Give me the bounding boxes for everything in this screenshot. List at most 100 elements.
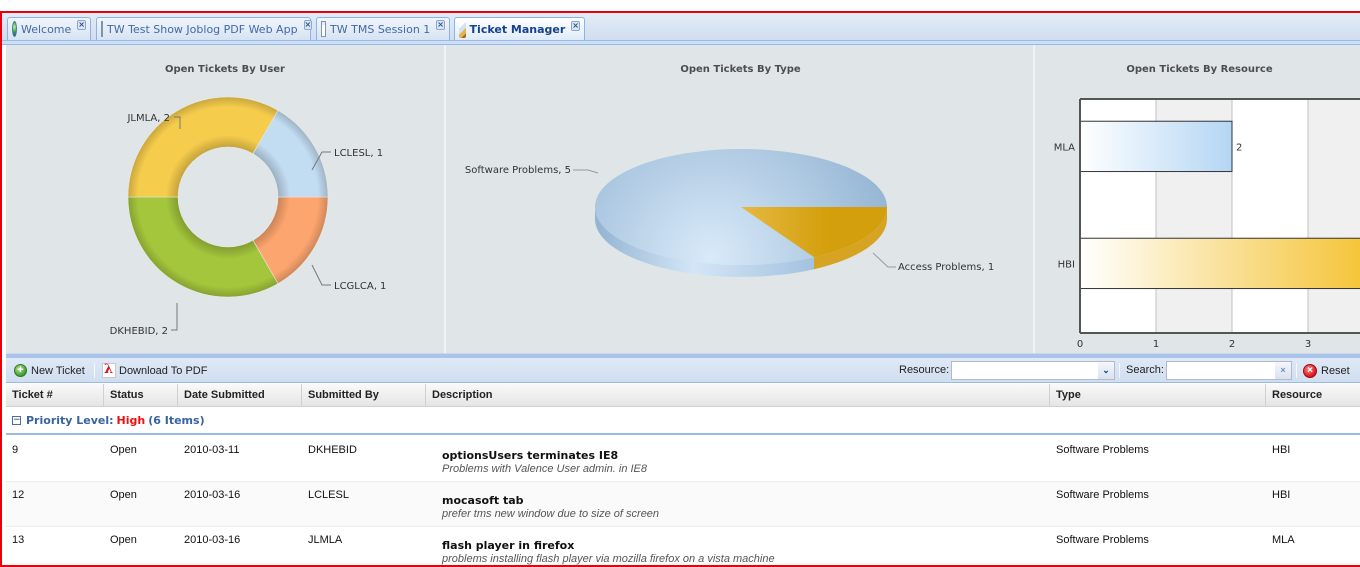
- close-icon[interactable]: ×: [77, 20, 86, 30]
- column-header-resource[interactable]: Resource: [1266, 384, 1360, 407]
- cell-date: 2010-03-16: [184, 489, 241, 501]
- resource-combo[interactable]: [951, 361, 1103, 380]
- charts-area: Open Tickets By User LCLESL, 1 LCGLCA, 1D…: [6, 45, 1360, 353]
- cell-status: Open: [110, 534, 137, 546]
- download-pdf-button[interactable]: Download To PDF: [102, 362, 207, 379]
- grid-band: [1308, 99, 1360, 333]
- cell-type: Software Problems: [1056, 444, 1149, 456]
- cell-type: Software Problems: [1056, 489, 1149, 501]
- collapse-icon[interactable]: −: [12, 416, 21, 425]
- cell-resource: HBI: [1272, 444, 1291, 456]
- resource-label: Resource:: [899, 364, 950, 376]
- cell-status: Open: [110, 444, 137, 456]
- cell-ticket: 12: [12, 489, 25, 501]
- bar-chart: MLA 2 HBI 0 1 2 3: [1054, 98, 1360, 350]
- chart-open-tickets-by-resource: Open Tickets By Resource MLA 2 HBI 0 1 2 3: [1037, 45, 1360, 353]
- group-prefix: Priority Level:: [26, 414, 114, 427]
- leader-line: [171, 303, 178, 331]
- tab-label: TW Test Show Joblog PDF Web App: [107, 22, 298, 36]
- x-tick-label: 2: [1229, 339, 1235, 350]
- tab-tw-test-show-joblog[interactable]: TW Test Show Joblog PDF Web App ×: [96, 17, 313, 40]
- cell-status: Open: [110, 489, 137, 501]
- globe-icon: [12, 21, 17, 37]
- x-tick-label: 3: [1305, 339, 1311, 350]
- column-header-date-submitted[interactable]: Date Submitted: [178, 384, 302, 407]
- cell-submitted-by: LCLESL: [308, 489, 349, 501]
- leader-line: [573, 169, 599, 174]
- chart-open-tickets-by-user: Open Tickets By User LCLESL, 1 LCGLCA, 1D…: [6, 45, 446, 353]
- tab-bar: Welcome × TW Test Show Joblog PDF Web Ap…: [2, 13, 1360, 45]
- data-label: Access Problems, 1: [898, 262, 994, 273]
- column-header-type[interactable]: Type: [1050, 384, 1266, 407]
- cell-description-title: optionsUsers terminates IE8: [442, 449, 619, 462]
- new-ticket-button[interactable]: + New Ticket: [14, 362, 85, 379]
- app-window: Welcome × TW Test Show Joblog PDF Web Ap…: [0, 11, 1360, 567]
- data-label: DKHEBID, 2: [110, 326, 168, 337]
- cell-description-title: flash player in firefox: [442, 539, 575, 552]
- data-label: Software Problems, 5: [465, 165, 571, 176]
- tab-label: Welcome: [20, 22, 72, 36]
- new-ticket-label: New Ticket: [31, 364, 85, 377]
- pencil-icon: [459, 21, 466, 38]
- pie-chart: Software Problems, 5 Access Problems, 1: [465, 149, 994, 277]
- table-row[interactable]: 9 Open 2010-03-11 DKHEBID optionsUsers t…: [6, 437, 1360, 482]
- data-label: LCLESL, 1: [334, 148, 383, 159]
- cell-date: 2010-03-11: [184, 444, 240, 456]
- search-input[interactable]: [1166, 361, 1276, 380]
- cell-description-detail: Problems with Valence User admin. in IE8: [442, 463, 648, 475]
- chevron-down-icon[interactable]: ⌄: [1098, 361, 1115, 380]
- tab-tw-tms-session[interactable]: TW TMS Session 1 ×: [316, 17, 450, 40]
- toolbar: + New Ticket Download To PDF Resource: ⌄…: [6, 358, 1360, 383]
- cell-submitted-by: DKHEBID: [308, 444, 357, 456]
- close-icon[interactable]: ×: [571, 20, 580, 31]
- cell-ticket: 9: [12, 444, 19, 456]
- table-row[interactable]: 13 Open 2010-03-16 JLMLA flash player in…: [6, 527, 1360, 565]
- bar-hbi: [1079, 237, 1360, 290]
- x-tick-label: 0: [1077, 339, 1083, 350]
- reset-button[interactable]: × Reset: [1303, 362, 1350, 379]
- table-row[interactable]: 12 Open 2010-03-16 LCLESL mocasoft tab p…: [6, 482, 1360, 527]
- pdf-icon: [102, 362, 116, 378]
- leader-line: [311, 264, 331, 286]
- group-count: (6 Items): [148, 414, 205, 427]
- column-header-description[interactable]: Description: [426, 384, 1050, 407]
- cell-type: Software Problems: [1056, 534, 1149, 546]
- download-pdf-label: Download To PDF: [119, 364, 208, 377]
- y-tick-label: HBI: [1058, 259, 1075, 270]
- data-label: LCGLCA, 1: [334, 281, 386, 292]
- tab-label: Ticket Manager: [469, 23, 566, 36]
- column-header-ticket[interactable]: Ticket #: [6, 384, 104, 407]
- page-icon: [101, 21, 103, 37]
- page-icon: [321, 21, 327, 37]
- group-row-priority-high[interactable]: − Priority Level: High (6 Items): [6, 408, 1360, 435]
- grid-header: Ticket # Status Date Submitted Submitted…: [6, 384, 1360, 407]
- add-icon: +: [14, 364, 27, 377]
- clear-search-icon[interactable]: ×: [1275, 361, 1292, 380]
- tab-welcome[interactable]: Welcome ×: [7, 17, 91, 40]
- column-header-status[interactable]: Status: [104, 384, 178, 407]
- toolbar-separator: [1119, 363, 1120, 378]
- cell-date: 2010-03-16: [184, 534, 241, 546]
- cell-description-title: mocasoft tab: [442, 494, 524, 507]
- search-label: Search:: [1126, 364, 1164, 376]
- cell-description-detail: problems installing flash player via moz…: [442, 553, 775, 565]
- reset-icon: ×: [1303, 363, 1317, 378]
- toolbar-separator: [94, 363, 95, 378]
- leader-line: [872, 252, 896, 268]
- chart-open-tickets-by-type: Open Tickets By Type Software Problems, …: [448, 45, 1035, 353]
- y-tick-label: MLA: [1054, 142, 1075, 153]
- donut-slice-jlmla: [127, 96, 279, 198]
- bar-data-label: 2: [1236, 142, 1242, 153]
- cell-resource: MLA: [1272, 534, 1295, 546]
- close-icon[interactable]: ×: [303, 20, 313, 30]
- bar-mla: [1079, 120, 1233, 173]
- reset-label: Reset: [1321, 364, 1350, 377]
- column-header-submitted-by[interactable]: Submitted By: [302, 384, 426, 407]
- donut-chart: LCLESL, 1 LCGLCA, 1 DKHEBID, 2 JLMLA, 2: [110, 96, 386, 337]
- x-tick-label: 1: [1153, 339, 1159, 350]
- tab-ticket-manager[interactable]: Ticket Manager ×: [454, 17, 585, 41]
- cell-resource: HBI: [1272, 489, 1291, 501]
- cell-ticket: 13: [12, 534, 25, 546]
- cell-description-detail: prefer tms new window due to size of scr…: [442, 508, 660, 520]
- close-icon[interactable]: ×: [436, 20, 445, 30]
